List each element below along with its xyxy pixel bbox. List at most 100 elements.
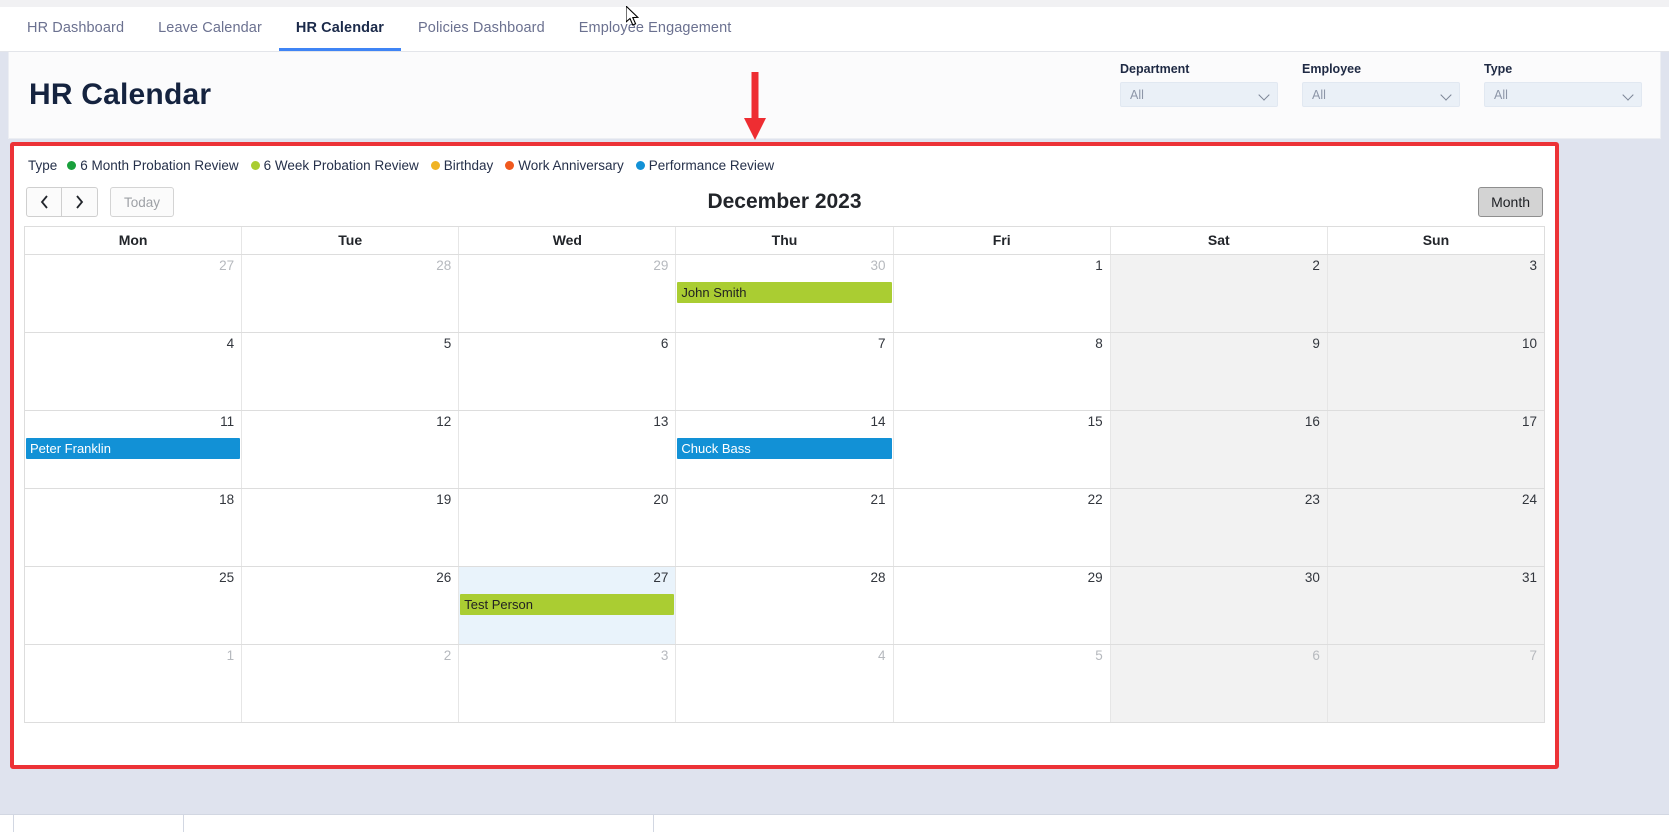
filter-select-employee[interactable]: All: [1302, 82, 1460, 107]
day-number: 9: [1312, 336, 1320, 351]
calendar-day-cell[interactable]: 29: [459, 255, 677, 332]
calendar-day-cell[interactable]: 17: [1327, 411, 1544, 488]
legend-item-label: 6 Month Probation Review: [80, 157, 239, 173]
weekday-header-fri: Fri: [894, 227, 1111, 254]
calendar-day-cell[interactable]: 22: [893, 489, 1111, 566]
filter-employee: Employee All: [1302, 62, 1460, 107]
calendar-day-cell[interactable]: 20: [459, 489, 677, 566]
legend-item[interactable]: Work Anniversary: [505, 158, 624, 173]
calendar-day-cell[interactable]: 28: [676, 567, 894, 644]
nav-tab-hr-dashboard[interactable]: HR Dashboard: [10, 7, 141, 51]
calendar-week-row: 11 Peter Franklin 12 13 14 Chuck Bass 15 16 17: [25, 411, 1544, 489]
calendar-day-cell[interactable]: 18: [25, 489, 243, 566]
calendar-legend: Type 6 Month Probation Review 6 Week Prob…: [24, 154, 1545, 176]
calendar-day-cell[interactable]: 24: [1327, 489, 1544, 566]
day-number: 14: [870, 414, 886, 429]
day-number: 28: [436, 258, 452, 273]
prev-month-button[interactable]: [26, 187, 62, 217]
calendar-day-cell[interactable]: 2: [1110, 255, 1328, 332]
calendar-day-cell[interactable]: 31: [1327, 567, 1544, 644]
nav-tab-employee-engagement[interactable]: Employee Engagement: [562, 7, 749, 51]
calendar-event-chip[interactable]: Peter Franklin: [26, 438, 241, 459]
legend-item-label: Birthday: [443, 157, 494, 173]
day-number: 25: [219, 570, 235, 585]
calendar-day-cell[interactable]: 28: [242, 255, 460, 332]
calendar-day-cell[interactable]: 26: [242, 567, 460, 644]
day-number: 22: [1087, 492, 1103, 507]
nav-button-group: [26, 187, 98, 217]
legend-item[interactable]: 6 Week Probation Review: [250, 158, 419, 173]
calendar-day-cell[interactable]: 2: [242, 645, 460, 722]
day-number: 6: [660, 336, 669, 351]
calendar-week-row: 25 26 27 Test Person 28 29 30 31: [25, 567, 1544, 645]
weekday-header-sun: Sun: [1422, 232, 1450, 248]
calendar-day-cell[interactable]: 29: [893, 567, 1111, 644]
calendar-day-cell[interactable]: 4: [25, 333, 243, 410]
weekday-header-thu: Thu: [676, 227, 894, 254]
filter-select-type[interactable]: All: [1484, 82, 1642, 107]
day-number: 26: [436, 570, 452, 585]
calendar-day-cell[interactable]: 6: [459, 333, 677, 410]
calendar-day-cell[interactable]: 30 John Smith: [676, 255, 894, 332]
calendar-day-cell[interactable]: 19: [242, 489, 460, 566]
calendar-day-cell[interactable]: 23: [1110, 489, 1328, 566]
nav-tab-leave-calendar[interactable]: Leave Calendar: [141, 7, 279, 51]
filter-value-employee: All: [1312, 87, 1326, 102]
legend-item[interactable]: Performance Review: [635, 158, 774, 173]
day-number: 3: [660, 648, 669, 663]
calendar-day-cell[interactable]: 9: [1110, 333, 1328, 410]
calendar-day-cell[interactable]: 27 Test Person: [459, 567, 677, 644]
calendar-day-cell[interactable]: 25: [25, 567, 243, 644]
calendar-day-cell[interactable]: 30: [1110, 567, 1328, 644]
filter-department: Department All: [1120, 62, 1278, 107]
calendar-day-cell[interactable]: 13: [459, 411, 677, 488]
month-view-button[interactable]: Month: [1478, 187, 1543, 217]
calendar-event-chip[interactable]: Test Person: [460, 594, 675, 615]
calendar-day-cell[interactable]: 4: [676, 645, 894, 722]
weekday-header-wed: Wed: [459, 227, 677, 254]
next-month-button[interactable]: [62, 187, 98, 217]
calendar-day-cell[interactable]: 5: [242, 333, 460, 410]
calendar-day-cell[interactable]: 6: [1110, 645, 1328, 722]
day-number: 19: [436, 492, 452, 507]
day-number: 2: [443, 648, 452, 663]
calendar-day-cell[interactable]: 12: [242, 411, 460, 488]
day-number: 5: [443, 336, 452, 351]
chevron-down-icon: [1259, 89, 1270, 100]
calendar-day-cell[interactable]: 16: [1110, 411, 1328, 488]
calendar-day-cell[interactable]: 15: [893, 411, 1111, 488]
chevron-left-icon: [40, 195, 48, 209]
calendar-day-cell[interactable]: 3: [1327, 255, 1544, 332]
nav-tab-hr-calendar[interactable]: HR Calendar: [278, 7, 402, 51]
calendar-day-cell[interactable]: 5: [893, 645, 1111, 722]
day-number: 8: [1095, 336, 1103, 351]
nav-tab-policies-dashboard[interactable]: Policies Dashboard: [401, 7, 562, 51]
calendar-day-cell[interactable]: 11 Peter Franklin: [25, 411, 243, 488]
calendar-panel: Type 6 Month Probation Review 6 Week Prob…: [10, 142, 1559, 769]
calendar-event-chip[interactable]: Chuck Bass: [677, 438, 892, 459]
calendar-day-cell[interactable]: 3: [459, 645, 677, 722]
calendar-day-cell[interactable]: 10: [1327, 333, 1544, 410]
calendar-day-cell[interactable]: 21: [676, 489, 894, 566]
day-number: 28: [870, 570, 886, 585]
calendar-day-cell[interactable]: 8: [893, 333, 1111, 410]
day-number: 21: [870, 492, 886, 507]
calendar-day-cell[interactable]: 7: [676, 333, 894, 410]
day-number: 23: [1304, 492, 1320, 507]
calendar-day-cell[interactable]: 27: [25, 255, 243, 332]
calendar-week-row: 4 5 6 7 8 9 10: [25, 333, 1544, 411]
legend-item[interactable]: Birthday: [430, 157, 494, 173]
calendar-event-chip[interactable]: John Smith: [677, 282, 892, 303]
calendar-day-cell[interactable]: 1: [893, 255, 1111, 332]
annotation-arrow: [742, 72, 768, 140]
today-button[interactable]: Today: [110, 187, 175, 217]
calendar-day-cell[interactable]: 7: [1327, 645, 1544, 722]
legend-item[interactable]: 6 Month Probation Review: [67, 157, 239, 173]
calendar-week-row: 18 19 20 21 22 23 24: [25, 489, 1544, 567]
calendar-day-cell[interactable]: 14 Chuck Bass: [676, 411, 894, 488]
calendar-day-cell[interactable]: 1: [25, 645, 243, 722]
filter-select-department[interactable]: All: [1120, 82, 1278, 107]
day-events: John Smith: [676, 282, 892, 303]
day-number: 5: [1095, 648, 1103, 663]
window-top-strip: [0, 0, 1669, 7]
